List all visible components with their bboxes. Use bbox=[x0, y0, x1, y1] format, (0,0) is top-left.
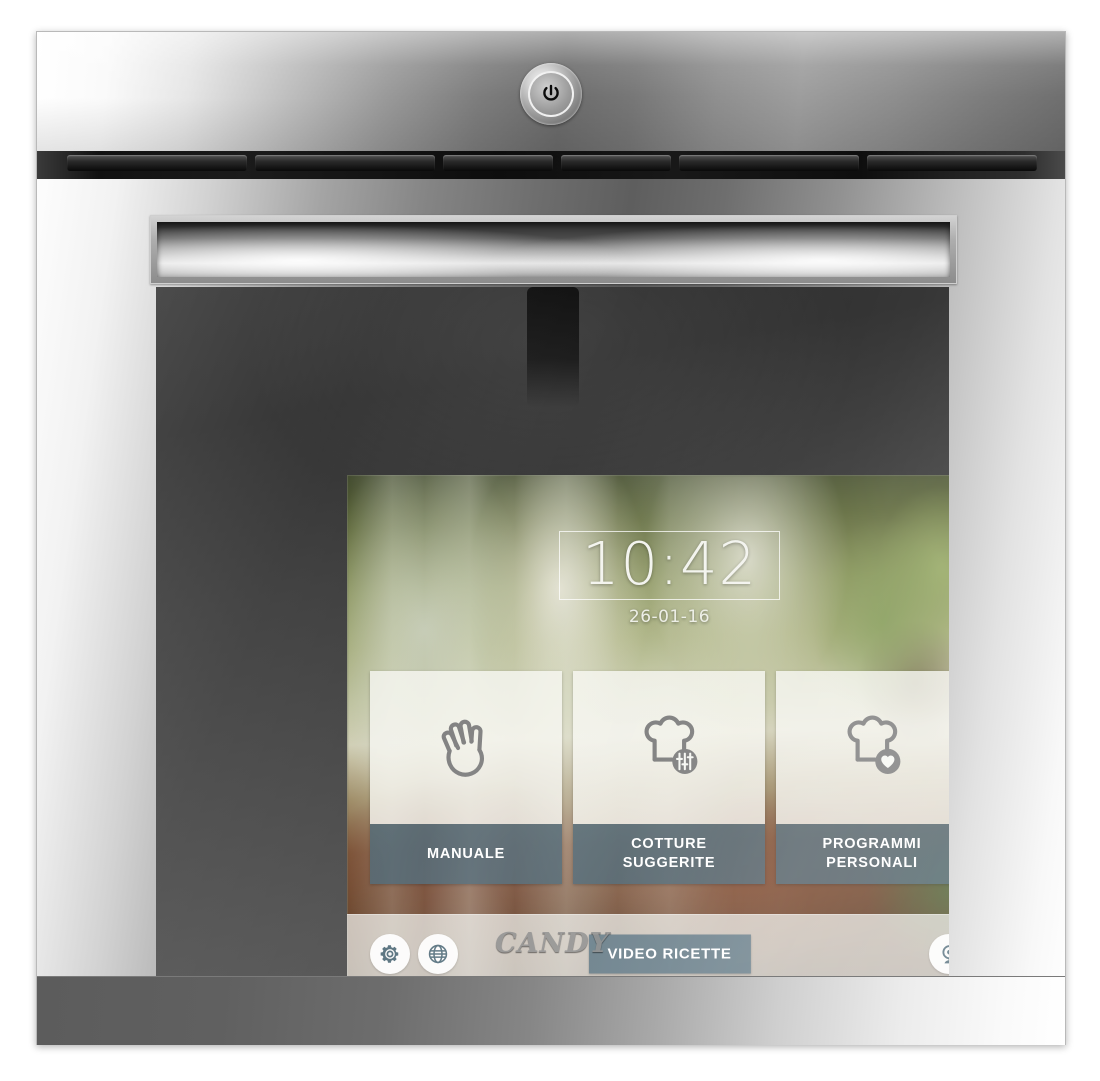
globe-icon bbox=[428, 944, 448, 964]
tile-icon-area bbox=[370, 671, 562, 824]
control-fascia bbox=[37, 32, 1065, 152]
gear-icon bbox=[380, 945, 399, 963]
touch-screen[interactable]: 10:42 26-01-16 MANUALE COTTURE SUGGERITE… bbox=[347, 475, 949, 977]
tile-label: PROGRAMMI PERSONALI bbox=[776, 824, 949, 884]
tile-label: COTTURE SUGGERITE bbox=[573, 824, 765, 884]
door-glass: 10:42 26-01-16 MANUALE COTTURE SUGGERITE… bbox=[156, 287, 949, 977]
power-button[interactable] bbox=[520, 63, 582, 125]
vent-slot bbox=[561, 155, 671, 171]
clock-block: 10:42 26-01-16 bbox=[520, 531, 820, 627]
door-handle-bar bbox=[157, 222, 950, 277]
video-recipes-button[interactable]: VIDEO RICETTE bbox=[588, 934, 751, 974]
chef-hat-heart-icon bbox=[847, 714, 901, 774]
vent-slot bbox=[255, 155, 435, 171]
vent-slot bbox=[67, 155, 247, 171]
clock-date: 26-01-16 bbox=[628, 607, 711, 627]
chef-hat-sliders-icon bbox=[644, 714, 698, 774]
vent-slot bbox=[867, 155, 1037, 171]
webcam-button[interactable] bbox=[929, 934, 949, 974]
tile-cotture-suggerite[interactable]: COTTURE SUGGERITE bbox=[573, 671, 765, 884]
oven-door[interactable]: 10:42 26-01-16 MANUALE COTTURE SUGGERITE… bbox=[37, 179, 1065, 1045]
tile-label: MANUALE bbox=[370, 824, 562, 884]
tile-icon-area bbox=[776, 671, 949, 824]
glass-reflection bbox=[526, 287, 579, 407]
bottom-toolbar: VIDEO RICETTE bbox=[347, 914, 949, 977]
vent-strip bbox=[37, 151, 1065, 180]
settings-button[interactable] bbox=[370, 934, 410, 974]
clock-frame: 10:42 bbox=[558, 529, 781, 600]
network-button[interactable] bbox=[418, 934, 458, 974]
door-bottom-panel bbox=[37, 976, 1065, 1045]
webcam-icon bbox=[941, 944, 949, 963]
clock-time: 10:42 bbox=[581, 529, 758, 598]
vent-slot bbox=[443, 155, 553, 171]
tile-grid: MANUALE COTTURE SUGGERITE PROGRAMMI PERS… bbox=[370, 671, 949, 884]
brand-logo: CANDY bbox=[495, 928, 610, 959]
status-bar bbox=[347, 475, 949, 509]
power-button-inner bbox=[528, 71, 574, 117]
hand-icon bbox=[441, 719, 484, 777]
power-icon bbox=[543, 84, 559, 101]
tile-icon-area bbox=[573, 671, 765, 824]
oven-appliance: 10:42 26-01-16 MANUALE COTTURE SUGGERITE… bbox=[36, 31, 1066, 1045]
tile-manuale[interactable]: MANUALE bbox=[370, 671, 562, 884]
tile-programmi-personali[interactable]: PROGRAMMI PERSONALI bbox=[776, 671, 949, 884]
vent-slot bbox=[679, 155, 859, 171]
door-handle[interactable] bbox=[150, 215, 957, 284]
